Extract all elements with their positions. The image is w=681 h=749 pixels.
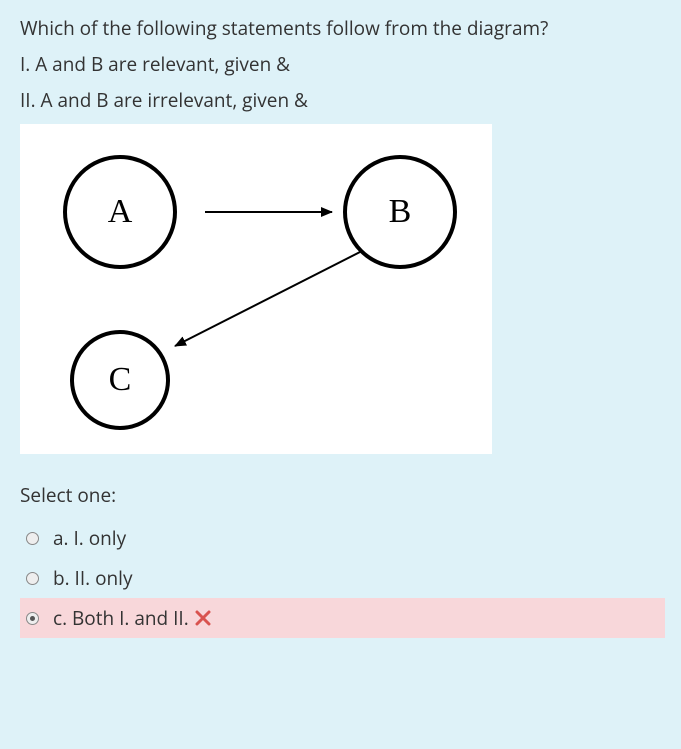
edge-b-c bbox=[175, 252, 360, 346]
option-c-label: c. Both I. and II. bbox=[53, 605, 189, 631]
node-a-label: A bbox=[108, 193, 133, 230]
select-prompt: Select one: bbox=[20, 482, 665, 508]
diagram-svg: A B C bbox=[20, 124, 492, 454]
radio-a[interactable] bbox=[26, 532, 39, 545]
statement-1: I. A and B are relevant, given & bbox=[20, 46, 665, 82]
diagram-image: A B C bbox=[20, 124, 492, 454]
question-container: Which of the following statements follow… bbox=[0, 0, 681, 654]
option-c[interactable]: c. Both I. and II. bbox=[20, 598, 665, 638]
option-b[interactable]: b. II. only bbox=[20, 558, 665, 598]
radio-b[interactable] bbox=[26, 572, 39, 585]
node-c-label: C bbox=[109, 361, 132, 398]
wrong-icon bbox=[195, 610, 211, 626]
option-a-label: a. I. only bbox=[53, 525, 126, 551]
radio-c[interactable] bbox=[26, 612, 39, 625]
question-prompt: Which of the following statements follow… bbox=[20, 10, 665, 46]
option-a[interactable]: a. I. only bbox=[20, 518, 665, 558]
question-text: Which of the following statements follow… bbox=[20, 10, 665, 118]
statement-2: II. A and B are irrelevant, given & bbox=[20, 82, 665, 118]
option-b-label: b. II. only bbox=[53, 565, 133, 591]
node-b-label: B bbox=[389, 193, 412, 230]
